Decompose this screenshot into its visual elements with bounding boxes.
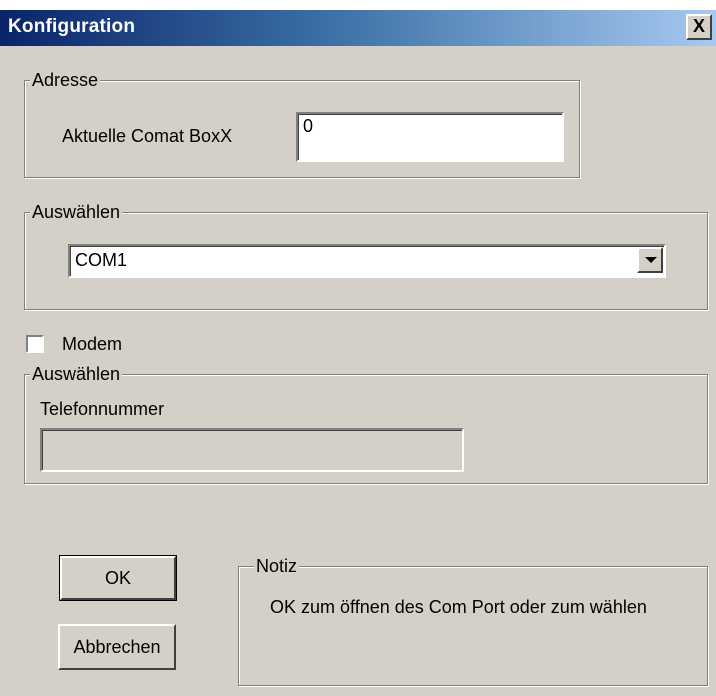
close-button[interactable]: X <box>686 14 712 40</box>
note-group-legend: Notiz <box>254 556 300 576</box>
title-bar[interactable]: Konfiguration <box>0 10 716 46</box>
window-right-edge <box>710 46 716 696</box>
konfiguration-dialog: Konfiguration X Adresse Aktuelle Comat B… <box>0 0 716 696</box>
cancel-button[interactable]: Abbrechen <box>58 624 176 670</box>
current-box-label: Aktuelle Comat BoxX <box>62 126 233 146</box>
dial-group-legend: Auswählen <box>30 364 123 384</box>
note-group <box>238 566 708 686</box>
top-strip <box>0 0 716 10</box>
current-box-input[interactable]: 0 <box>296 112 564 162</box>
com-port-selected: COM1 <box>75 250 128 270</box>
phone-number-label: Telefonnummer <box>40 399 165 419</box>
modem-checkbox[interactable] <box>26 335 44 353</box>
note-text: OK zum öffnen des Com Port oder zum wähl… <box>270 597 647 617</box>
dropdown-button[interactable] <box>637 247 663 273</box>
window-title: Konfiguration <box>8 16 136 37</box>
cancel-button-label: Abbrechen <box>73 637 161 657</box>
ok-button[interactable]: OK <box>59 555 177 601</box>
ok-button-label: OK <box>104 568 131 588</box>
phone-number-input[interactable] <box>40 428 464 472</box>
current-box-value: 0 <box>303 116 314 136</box>
close-icon: X <box>692 16 705 36</box>
chevron-down-icon <box>645 257 657 263</box>
address-group-legend: Adresse <box>30 70 101 90</box>
port-select-group-legend: Auswählen <box>30 202 123 222</box>
modem-label[interactable]: Modem <box>62 333 122 355</box>
com-port-dropdown[interactable]: COM1 <box>68 244 666 278</box>
